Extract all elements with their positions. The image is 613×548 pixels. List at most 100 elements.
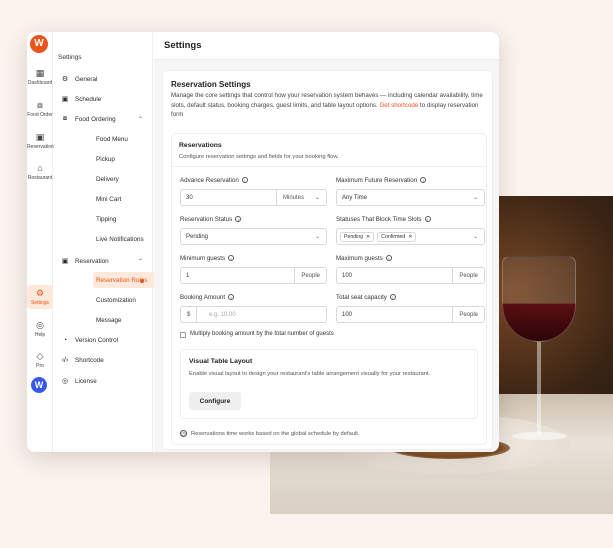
label-text: Total seat capacity	[336, 294, 387, 301]
sidebar-item-food-menu[interactable]: Food Menu	[53, 136, 153, 143]
sidebar-item-pickup[interactable]: Pickup	[53, 156, 153, 163]
reservation-status-select[interactable]: Pending ⌄	[180, 228, 327, 245]
sidebar-item-mini-cart[interactable]: Mini Cart	[53, 196, 153, 203]
sidebar-item-reservation[interactable]: ▣ Reservation ⌃	[53, 257, 153, 266]
label-text: Maximum guests	[336, 255, 383, 262]
sidebar-item-live-notifications[interactable]: Live Notifications	[53, 236, 153, 243]
rail-item-reservation[interactable]: ▣ Reservation	[27, 132, 54, 150]
maximum-guests-input[interactable]: 100 People	[336, 267, 485, 284]
rail-item-dashboard[interactable]: ▦ Dashboard	[27, 68, 53, 86]
code-icon: ‹/›	[61, 357, 69, 364]
sidebar-item-label: Mini Cart	[96, 196, 122, 203]
configure-button[interactable]: Configure	[189, 392, 241, 410]
history-icon: ◔	[62, 337, 68, 344]
schedule-note: ◷ Reservations time works based on the g…	[180, 430, 360, 437]
input-value: 100	[342, 311, 353, 318]
sidebar-item-version-control[interactable]: ◔ Version Control	[53, 337, 153, 344]
max-future-reservation-select[interactable]: Any Time ⌄	[336, 189, 485, 206]
info-icon[interactable]: i	[228, 255, 235, 262]
label-text: Minimum guests	[180, 255, 226, 262]
info-icon[interactable]: i	[424, 216, 431, 223]
reservation-status-label: Reservation Status i	[180, 216, 242, 223]
panel-description: Manage the core settings that control ho…	[171, 91, 489, 120]
tag-pending[interactable]: Pending ✕	[340, 231, 375, 242]
maximum-guests-label: Maximum guests i	[336, 255, 392, 262]
rail-item-pro[interactable]: ◇ Pro	[27, 351, 53, 369]
sidebar-item-label: Shortcode	[75, 357, 104, 364]
rail-label: Pro	[36, 363, 44, 369]
input-value: 1	[186, 272, 190, 279]
info-icon[interactable]: i	[235, 216, 242, 223]
rail-label: Reservation	[27, 144, 54, 150]
chevron-up-icon[interactable]: ⌃	[138, 258, 143, 265]
sidebar-item-customization[interactable]: Customization	[53, 297, 153, 304]
sidebar-item-general[interactable]: ⚙ General	[53, 75, 153, 84]
people-suffix: People	[294, 268, 326, 283]
info-icon[interactable]: i	[228, 294, 235, 301]
info-icon[interactable]: i	[420, 177, 427, 184]
advance-reservation-input[interactable]: 30 Minutes ⌄	[180, 189, 327, 206]
unit-value: Minutes	[283, 194, 305, 201]
advance-unit-select[interactable]: Minutes ⌄	[276, 190, 326, 205]
sidebar-item-license[interactable]: ◎ License	[53, 377, 153, 386]
close-icon[interactable]: ✕	[366, 234, 370, 240]
currency-prefix: $	[181, 307, 198, 322]
rail-label: Settings	[30, 300, 50, 306]
rail-item-settings[interactable]: ⚙ Settings	[27, 285, 53, 309]
advance-reservation-label: Advance Reservation i	[180, 177, 248, 184]
section-description: Configure reservation settings and field…	[179, 154, 339, 160]
rail-item-restaurant[interactable]: ⌂ Restaurant	[27, 163, 53, 181]
calendar-icon: ▣	[35, 132, 45, 142]
reservations-section: Reservations Configure reservation setti…	[171, 133, 487, 445]
block-statuses-multiselect[interactable]: Pending ✕ Confirmed ✕ ⌄	[336, 228, 485, 245]
settings-window: W ▦ Dashboard ⧇ Food Order ▣ Reservation…	[27, 32, 499, 452]
license-icon: ◎	[61, 378, 69, 385]
label-text: Booking Amount	[180, 294, 226, 301]
multiply-booking-checkbox[interactable]	[180, 332, 186, 338]
total-seat-capacity-label: Total seat capacity i	[336, 294, 396, 301]
chevron-up-icon[interactable]: ⌃	[138, 116, 143, 123]
sidebar-item-label: Food Ordering	[75, 115, 116, 123]
wordpress-icon[interactable]: W	[31, 377, 47, 393]
chevron-down-icon: ⌄	[314, 195, 320, 201]
sidebar-heading: Settings	[58, 54, 82, 61]
get-shortcode-link[interactable]: Get shortcode	[379, 102, 418, 109]
close-icon[interactable]: ✕	[408, 234, 412, 240]
sidebar-item-label: Pickup	[96, 156, 115, 163]
panel-title: Reservation Settings	[171, 80, 251, 89]
visual-layout-title: Visual Table Layout	[189, 358, 253, 365]
info-icon[interactable]: i	[385, 255, 392, 262]
sidebar-item-tipping[interactable]: Tipping	[53, 216, 153, 223]
sidebar-item-delivery[interactable]: Delivery	[53, 176, 153, 183]
note-text: Reservations time works based on the glo…	[191, 430, 360, 437]
tag-confirmed[interactable]: Confirmed ✕	[377, 231, 417, 242]
total-seat-capacity-input[interactable]: 100 People	[336, 306, 485, 323]
food-icon: ⧇	[62, 115, 68, 122]
settings-sidebar: Settings ⚙ General ▣ Schedule ⧇ Food Ord…	[53, 32, 179, 452]
people-suffix: People	[452, 268, 484, 283]
divider	[172, 166, 486, 167]
sidebar-item-schedule[interactable]: ▣ Schedule	[53, 95, 153, 104]
input-value: 30	[186, 194, 193, 201]
gear-icon: ⚙	[35, 288, 45, 298]
booking-amount-input[interactable]: $ e.g. 10.00	[180, 306, 327, 323]
label-text: Advance Reservation	[180, 177, 239, 184]
grid-icon: ▦	[35, 68, 45, 78]
rail-item-help[interactable]: ◎ Help	[27, 320, 53, 338]
store-icon: ⌂	[37, 163, 43, 173]
sidebar-item-reservation-rules[interactable]: Reservation Rules	[53, 277, 153, 284]
chevron-down-icon: ⌄	[472, 234, 478, 240]
minimum-guests-input[interactable]: 1 People	[180, 267, 327, 284]
people-suffix: People	[452, 307, 484, 322]
sidebar-item-shortcode[interactable]: ‹/› Shortcode	[53, 357, 153, 364]
info-icon[interactable]: i	[241, 177, 248, 184]
rail-label: Food Order	[27, 112, 53, 118]
info-icon[interactable]: i	[389, 294, 396, 301]
sidebar-item-message[interactable]: Message	[53, 317, 153, 324]
sidebar-item-label: Customization	[96, 297, 136, 304]
sidebar-item-food-ordering[interactable]: ⧇ Food Ordering ⌃	[53, 115, 153, 123]
rail-item-food-order[interactable]: ⧇ Food Order	[27, 100, 53, 118]
booking-amount-label: Booking Amount i	[180, 294, 235, 301]
app-logo-icon[interactable]: W	[30, 35, 48, 53]
calendar-icon: ▣	[61, 258, 69, 265]
